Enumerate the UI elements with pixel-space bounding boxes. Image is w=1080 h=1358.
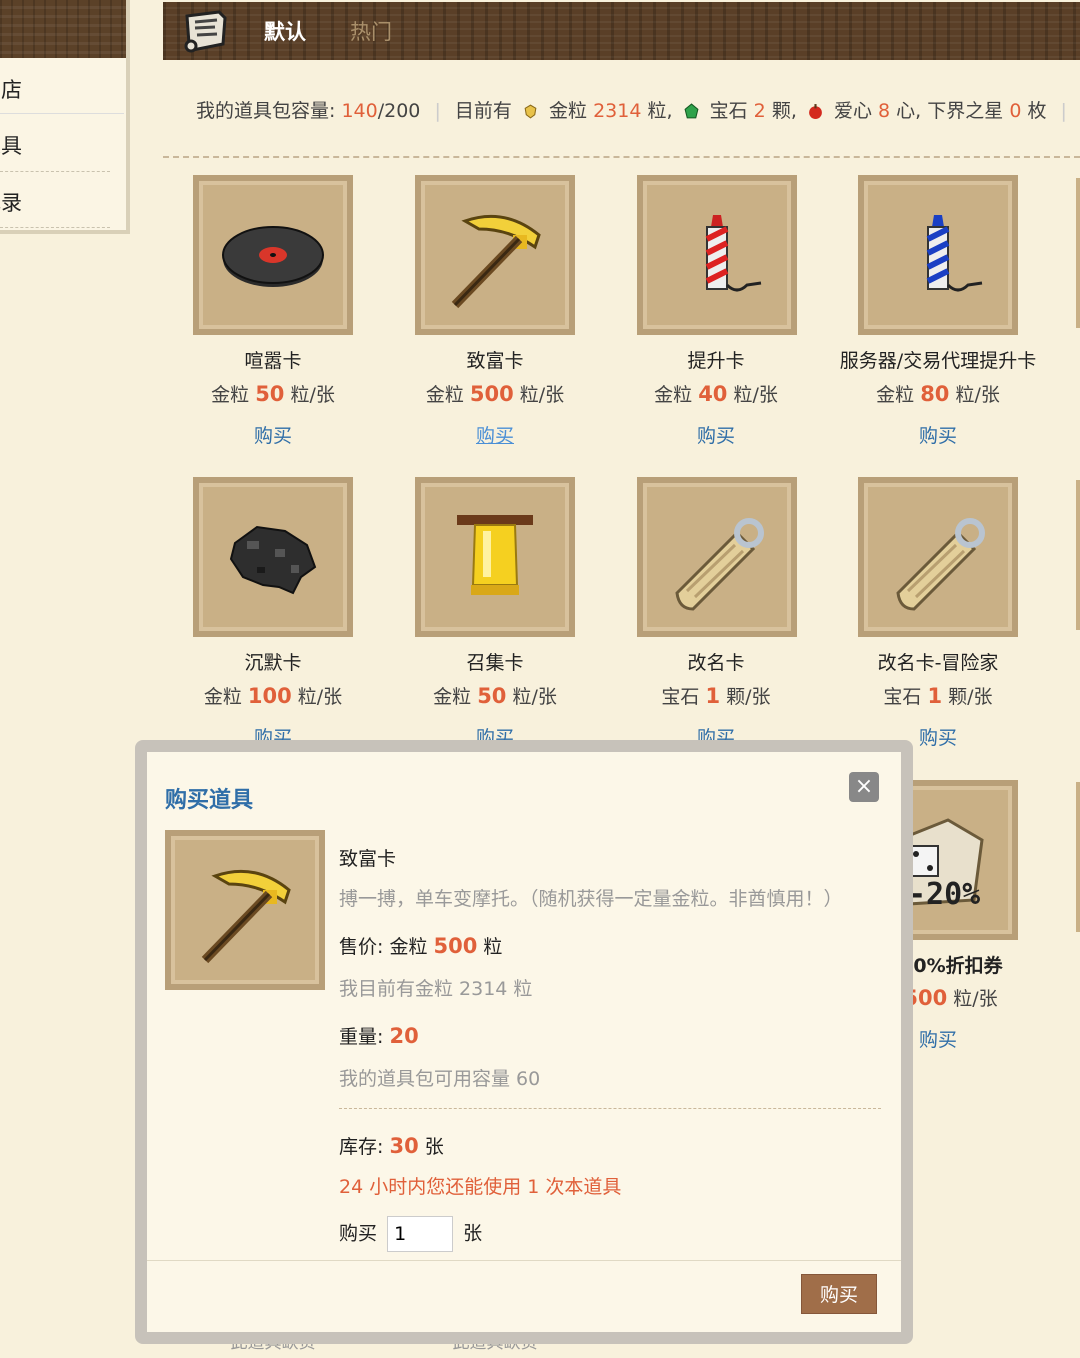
buy-link[interactable]: 购买 <box>385 421 605 448</box>
item-name: 改名卡 <box>687 652 745 674</box>
sidebar-header <box>0 0 126 58</box>
inventory-info: 我的道具包容量: 140/200 | 目前有 金粒 2314 粒, 宝石 2 颗… <box>196 96 1080 122</box>
item-name: 沉默卡 <box>244 652 302 674</box>
blue-firework-icon <box>926 215 983 292</box>
item-slot[interactable] <box>637 175 797 335</box>
sidebar-item-items[interactable]: 道具 <box>0 130 124 160</box>
sidebar: 商店 道具 记录 <box>0 0 130 234</box>
bell-icon <box>457 515 533 595</box>
item-name: 召集卡 <box>466 652 524 674</box>
sidebar-item-records[interactable]: 记录 <box>0 187 124 217</box>
quantity-input[interactable] <box>387 1216 454 1252</box>
coal-icon <box>229 525 317 595</box>
dialog-title: 购买道具 <box>165 788 254 813</box>
coupon-badge: -20% <box>908 877 980 912</box>
item-price: 宝石 1 颗/张 <box>661 684 771 708</box>
scroll-logo-icon <box>184 10 227 53</box>
item-slot-partial <box>1076 782 1080 932</box>
heart-unit: 心, <box>896 100 922 122</box>
item-weight: 重量: 20 <box>339 1024 419 1048</box>
capacity-used: 140 <box>341 100 378 122</box>
item-name: 致富卡 <box>339 848 397 870</box>
item-price: 金粒 500 粒/张 <box>425 382 565 406</box>
gold-pickaxe-icon <box>451 214 541 309</box>
item-slot[interactable] <box>858 477 1018 637</box>
gold-pickaxe-icon <box>201 869 291 964</box>
gem-label: 宝石 <box>709 100 748 122</box>
item-name: 致富卡 <box>466 350 524 372</box>
item-price: 金粒 50 粒/张 <box>211 382 335 406</box>
item-price: 金粒 50 粒/张 <box>433 684 557 708</box>
item-name: 提升卡 <box>687 350 745 372</box>
item-name: 服务器/交易代理提升卡 <box>839 350 1037 372</box>
item-slot[interactable] <box>858 175 1018 335</box>
confirm-buy-button[interactable]: 购买 <box>801 1274 877 1314</box>
item-preview <box>165 830 325 990</box>
sidebar-item-shop[interactable]: 商店 <box>0 74 124 104</box>
item-stock: 库存: 30 张 <box>339 1134 444 1158</box>
divider <box>147 1260 901 1261</box>
item-slot-partial <box>1076 178 1080 328</box>
divider <box>0 227 110 228</box>
emerald-icon <box>684 103 699 119</box>
item-slot[interactable] <box>637 477 797 637</box>
sidebar-item-label: 记录 <box>0 191 22 215</box>
capacity-total: /200 <box>377 100 421 122</box>
close-button[interactable]: × <box>849 772 879 802</box>
current-gold: 我目前有金粒 2314 粒 <box>339 978 533 1000</box>
buy-label: 购买 <box>339 1222 378 1245</box>
item-price: 金粒 80 粒/张 <box>876 382 1000 406</box>
tab-hot[interactable]: 热门 <box>350 16 392 46</box>
sidebar-item-label: 商店 <box>0 78 22 102</box>
usage-limit: 24 小时内您还能使用 1 次本道具 <box>339 1176 622 1198</box>
red-firework-icon <box>705 215 762 292</box>
star-value: 0 <box>1009 100 1022 122</box>
apple-icon <box>809 104 822 119</box>
qty-unit: 张 <box>463 1222 483 1245</box>
item-slot[interactable] <box>415 175 575 335</box>
capacity-label: 我的道具包容量: <box>196 100 336 122</box>
item-price: 金粒 100 粒/张 <box>203 684 343 708</box>
item-slot[interactable] <box>415 477 575 637</box>
divider <box>163 156 1080 158</box>
divider <box>0 171 110 172</box>
separator: | <box>1060 100 1067 122</box>
gem-unit: 颗, <box>771 100 797 122</box>
heart-label: 爱心 <box>833 100 872 122</box>
record-disc-icon <box>222 226 324 287</box>
quantity-row: 购买 张 <box>339 1216 482 1252</box>
item-slot-partial <box>1076 480 1080 630</box>
item-slot[interactable] <box>193 175 353 335</box>
divider <box>339 1108 881 1109</box>
star-label: 下界之星 <box>927 100 1004 122</box>
have-label: 目前有 <box>454 100 512 122</box>
item-name: 喧嚣卡 <box>244 350 302 372</box>
purchase-dialog: 购买道具 × 致富卡 搏一搏，单车变摩托。（随机获得一定量金粒。非酋慎用！） 售… <box>135 740 913 1344</box>
star-unit: 枚 <box>1027 100 1047 122</box>
item-description: 搏一搏，单车变摩托。（随机获得一定量金粒。非酋慎用！） <box>339 888 843 910</box>
buy-link[interactable]: 购买 <box>606 421 826 448</box>
item-slot[interactable] <box>193 477 353 637</box>
item-price: 售价: 金粒 500 粒 <box>339 934 503 958</box>
gold-value: 2314 <box>593 100 642 122</box>
gem-value: 2 <box>753 100 766 122</box>
sidebar-item-label: 道具 <box>0 134 22 158</box>
heart-value: 8 <box>878 100 891 122</box>
item-name: 改名卡-冒险家 <box>877 652 999 674</box>
divider <box>0 113 124 114</box>
tab-bar: 默认 热门 <box>163 2 1080 60</box>
gold-nugget-icon <box>524 104 537 119</box>
gold-label: 金粒 <box>549 100 588 122</box>
name-tag-icon <box>896 518 985 611</box>
gold-unit: 粒, <box>647 100 673 122</box>
item-price: 宝石 1 颗/张 <box>883 684 993 708</box>
item-price: 金粒 40 粒/张 <box>654 382 778 406</box>
tab-default[interactable]: 默认 <box>264 16 306 46</box>
available-capacity: 我的道具包可用容量 60 <box>339 1068 541 1090</box>
buy-link[interactable]: 购买 <box>828 421 1048 448</box>
buy-link[interactable]: 购买 <box>163 421 383 448</box>
name-tag-icon <box>675 518 764 611</box>
separator: | <box>434 100 441 122</box>
